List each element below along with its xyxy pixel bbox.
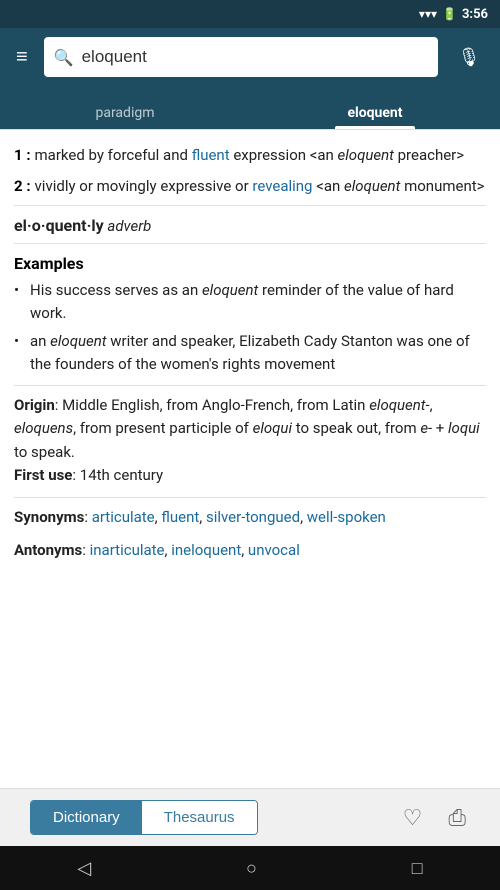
italic-eloquent-1: eloquent	[338, 146, 394, 164]
word-form-main: el·o·quent·ly	[14, 216, 104, 235]
bottom-tab-dictionary[interactable]: Dictionary	[31, 801, 142, 834]
search-bar: 🔍	[44, 37, 438, 77]
link-fluent-syn[interactable]: fluent	[161, 508, 199, 526]
bottom-tab-bar: Dictionary Thesaurus ♡ ⎙	[0, 788, 500, 846]
def-number-1: 1 :	[14, 146, 31, 164]
divider-4	[14, 497, 486, 498]
divider-1	[14, 205, 486, 206]
italic-eloqui: eloqui	[253, 419, 292, 437]
italic-loqui: loqui	[448, 419, 480, 437]
link-ineloquent[interactable]: ineloquent	[171, 541, 241, 559]
origin-block: Origin: Middle English, from Anglo-Frenc…	[14, 394, 486, 487]
signal-icon: ▾▾▾	[419, 7, 437, 21]
tab-eloquent[interactable]: eloquent	[250, 95, 500, 129]
link-inarticulate[interactable]: inarticulate	[90, 541, 165, 559]
share-button[interactable]: ⎙	[444, 801, 470, 835]
italic-eloquens: eloquens	[14, 419, 73, 437]
tab-paradigm[interactable]: paradigm	[0, 95, 250, 129]
link-articulate[interactable]: articulate	[92, 508, 155, 526]
mic-button[interactable]: 🎙	[448, 37, 490, 77]
bottom-tab-thesaurus[interactable]: Thesaurus	[142, 801, 257, 834]
search-icon: 🔍	[54, 48, 74, 67]
word-form: el·o·quent·ly adverb	[14, 216, 486, 235]
header: ≡ 🔍 🎙	[0, 28, 500, 86]
mic-icon: 🎙	[458, 47, 481, 68]
antonyms-block: Antonyms: inarticulate, ineloquent, unvo…	[14, 539, 486, 562]
back-button[interactable]: ◁	[57, 852, 111, 885]
origin-label: Origin	[14, 396, 55, 414]
def-text-1: marked by forceful and fluent expression…	[35, 146, 465, 164]
divider-2	[14, 243, 486, 244]
home-button[interactable]: ○	[226, 852, 277, 885]
favorite-button[interactable]: ♡	[399, 801, 427, 835]
def-number-2: 2 :	[14, 177, 31, 195]
examples-title: Examples	[14, 254, 486, 273]
italic-e: e-	[420, 419, 432, 437]
italic-eloquent-2: eloquent	[344, 177, 400, 195]
status-icons: ▾▾▾ 🔋 3:56	[419, 7, 488, 22]
search-input[interactable]	[82, 47, 428, 67]
examples-list: His success serves as an eloquent remind…	[14, 279, 486, 375]
link-well-spoken[interactable]: well-spoken	[307, 508, 386, 526]
definition-2: 2 : vividly or movingly expressive or re…	[14, 175, 486, 198]
definition-1: 1 : marked by forceful and fluent expres…	[14, 144, 486, 167]
content-area: 1 : marked by forceful and fluent expres…	[0, 130, 500, 788]
status-time: 3:56	[462, 7, 488, 22]
def-text-2: vividly or movingly expressive or reveal…	[35, 177, 485, 195]
synonyms-label: Synonyms	[14, 508, 84, 526]
italic-eloquent-ex1: eloquent	[202, 281, 258, 299]
first-use-label: First use	[14, 466, 72, 484]
menu-button[interactable]: ≡	[10, 41, 34, 73]
link-unvocal[interactable]: unvocal	[248, 541, 300, 559]
link-silver-tongued[interactable]: silver-tongued	[206, 508, 300, 526]
italic-eloquent-ex2: eloquent	[50, 332, 106, 350]
antonyms-label: Antonyms	[14, 541, 82, 559]
bottom-tabs-group: Dictionary Thesaurus	[30, 800, 258, 835]
tab-bar: paradigm eloquent	[0, 86, 500, 130]
synonyms-block: Synonyms: articulate, fluent, silver-ton…	[14, 506, 486, 529]
bottom-actions: ♡ ⎙	[399, 801, 470, 835]
link-fluent[interactable]: fluent	[192, 146, 230, 164]
italic-eloquent-: eloquent-	[369, 396, 429, 414]
battery-icon: 🔋	[442, 7, 457, 21]
link-revealing[interactable]: revealing	[252, 177, 312, 195]
recent-button[interactable]: □	[392, 852, 443, 885]
word-form-pos: adverb	[107, 217, 151, 235]
status-bar: ▾▾▾ 🔋 3:56	[0, 0, 500, 28]
example-1: His success serves as an eloquent remind…	[14, 279, 486, 324]
example-2: an eloquent writer and speaker, Elizabet…	[14, 330, 486, 375]
android-nav-bar: ◁ ○ □	[0, 846, 500, 890]
divider-3	[14, 385, 486, 386]
